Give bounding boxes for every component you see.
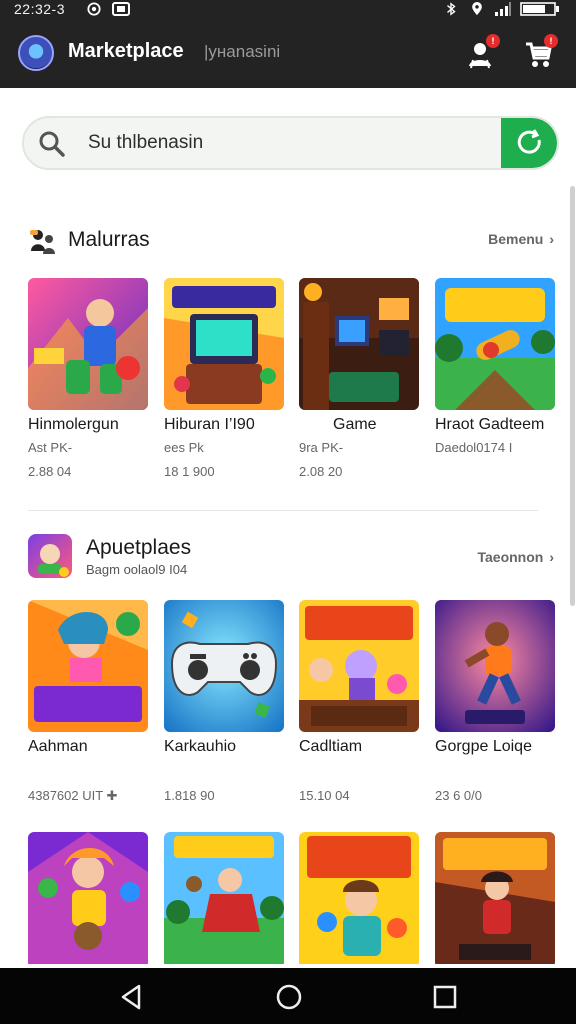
product-thumbnail — [164, 600, 284, 732]
search-submit-button[interactable] — [501, 118, 557, 168]
search-input[interactable] — [88, 118, 498, 168]
section-header: Apuetplaes Bagm oolaol9 I04 Taeonnon › — [0, 532, 576, 578]
home-icon[interactable] — [274, 982, 304, 1012]
app-subtitle: |унanasini — [204, 42, 281, 61]
product-name: Karkauhio — [164, 738, 237, 755]
app-title: Marketplace — [68, 40, 184, 62]
screen: 22:32-3 Marketplace |унanasini ! ! Malur… — [0, 0, 576, 1024]
product-stat: 18 1 900 — [164, 464, 215, 479]
status-bar: 22:32-3 — [0, 0, 576, 20]
product-name: Hraot Gadteem — [435, 416, 545, 433]
see-more-label: Bemenu — [488, 231, 544, 247]
product-stat: 1.818 90 — [164, 788, 215, 803]
see-more-link[interactable]: Taeonnon › — [477, 549, 554, 565]
product-thumbnail — [299, 278, 419, 410]
search-icon — [39, 131, 65, 157]
section-divider — [28, 510, 538, 511]
profile-badge: ! — [486, 34, 500, 48]
signal-icon — [495, 2, 511, 16]
cart-button[interactable]: ! — [522, 34, 558, 70]
product-thumbnail — [28, 600, 148, 732]
product-name: Aahman — [28, 738, 88, 755]
product-stat: 4387602 UIT ✚ — [28, 788, 118, 803]
section-subtitle: Bagm oolaol9 I04 — [86, 562, 188, 577]
see-more-link[interactable]: Bemenu › — [488, 231, 554, 247]
section-title: Apuetplaes — [86, 536, 192, 559]
notification-icon — [112, 2, 130, 16]
product-name: Gorgpe Loiqe — [435, 738, 532, 755]
product-price: Daedol0174 I — [435, 440, 513, 455]
whatsapp-icon — [87, 2, 101, 16]
product-thumbnail — [299, 832, 419, 968]
product-name: Game — [333, 416, 377, 433]
app-logo[interactable] — [18, 35, 54, 71]
product-stat: 2.08 20 — [299, 464, 343, 479]
product-thumbnail — [28, 832, 148, 968]
chevron-right-icon: › — [549, 549, 554, 565]
cart-badge: ! — [544, 34, 558, 48]
see-more-label: Taeonnon — [477, 549, 544, 565]
product-thumbnail — [299, 600, 419, 732]
gamepad-people-icon — [30, 230, 55, 254]
product-name: Cadltiam — [299, 738, 363, 755]
product-stat: 2.88 04 — [28, 464, 72, 479]
product-price: Ast PK- — [28, 440, 73, 455]
section-header: Malurras Bemenu › — [0, 220, 576, 260]
refresh-icon — [517, 129, 541, 154]
product-name: Hiburan I’I90 — [164, 416, 255, 433]
profile-button[interactable]: ! — [464, 34, 500, 70]
product-stat: 15.10 04 — [299, 788, 350, 803]
location-icon — [472, 2, 482, 16]
status-time: 22:32-3 — [14, 1, 65, 17]
product-name: Hinmolergun — [28, 416, 119, 433]
product-thumbnail — [435, 600, 555, 732]
product-thumbnail — [28, 278, 148, 410]
section-app-icon — [28, 534, 72, 578]
section-title: Malurras — [68, 228, 150, 251]
bluetooth-icon — [447, 2, 456, 16]
app-header: Marketplace |унanasini ! ! — [0, 20, 576, 88]
system-nav-bar — [0, 968, 576, 1024]
battery-icon — [520, 2, 559, 16]
product-stat: 23 6 0/0 — [435, 788, 482, 803]
product-price: ees Pk — [164, 440, 204, 455]
product-thumbnail — [164, 832, 284, 968]
product-thumbnail — [435, 278, 555, 410]
chevron-right-icon: › — [549, 231, 554, 247]
back-icon[interactable] — [117, 982, 147, 1012]
product-price: 9ra PK- — [299, 440, 344, 455]
product-thumbnail — [164, 278, 284, 410]
search-bar — [22, 116, 559, 170]
product-thumbnail — [435, 832, 555, 968]
recents-icon[interactable] — [430, 982, 460, 1012]
